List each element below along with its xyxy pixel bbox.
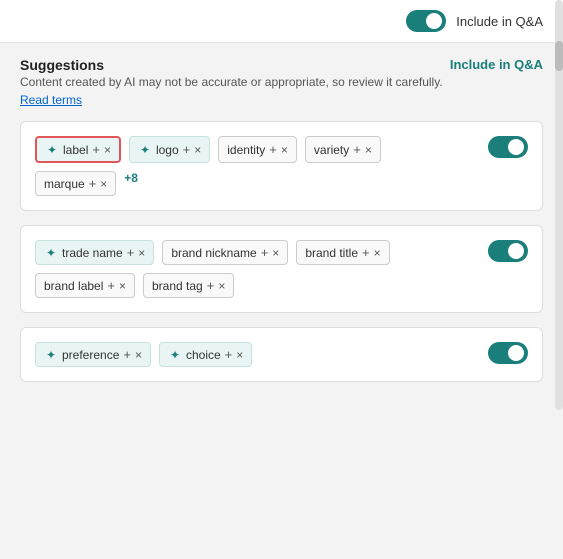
suggestions-subtitle: Content created by AI may not be accurat… <box>20 75 450 107</box>
tag-label-text: label <box>63 143 88 157</box>
card-2-tags: ✦ trade name + × brand nickname + × bran… <box>35 240 528 298</box>
tag-label-plus[interactable]: + <box>92 142 100 157</box>
top-toggle[interactable] <box>406 10 446 32</box>
tag-identity-close[interactable]: × <box>281 143 288 157</box>
tag-choice-text: choice <box>186 348 221 362</box>
suggestions-subtitle-text: Content created by AI may not be accurat… <box>20 75 443 89</box>
tag-label: ✦ label + × <box>35 136 121 163</box>
card-3-toggle[interactable] <box>488 342 528 364</box>
tag-brand-nickname-text: brand nickname <box>171 246 256 260</box>
content-area: Suggestions Content created by AI may no… <box>0 43 563 410</box>
tag-brand-title-close[interactable]: × <box>374 246 381 260</box>
tag-brand-title-text: brand title <box>305 246 358 260</box>
tag-choice: ✦ choice + × <box>159 342 252 367</box>
card-1-toggle[interactable] <box>488 136 528 158</box>
ai-icon-choice: ✦ <box>168 348 182 362</box>
tag-label-close[interactable]: × <box>104 143 111 157</box>
tag-logo: ✦ logo + × <box>129 136 210 163</box>
ai-icon-trade: ✦ <box>44 246 58 260</box>
tag-brand-label: brand label + × <box>35 273 135 298</box>
tag-brand-title-plus[interactable]: + <box>362 245 370 260</box>
tag-trade-name-close[interactable]: × <box>138 246 145 260</box>
tag-brand-nickname-close[interactable]: × <box>272 246 279 260</box>
card-1: ✦ label + × ✦ logo + × identity + × <box>20 121 543 211</box>
tag-brand-nickname: brand nickname + × <box>162 240 288 265</box>
tag-brand-nickname-plus[interactable]: + <box>261 245 269 260</box>
tag-logo-close[interactable]: × <box>194 143 201 157</box>
tag-marque-text: marque <box>44 177 85 191</box>
column-header: Include in Q&A <box>450 57 543 72</box>
scrollbar-thumb[interactable] <box>555 41 563 71</box>
top-toggle-label: Include in Q&A <box>456 14 543 29</box>
ai-icon-preference: ✦ <box>44 348 58 362</box>
tag-preference: ✦ preference + × <box>35 342 151 367</box>
tag-logo-text: logo <box>156 143 179 157</box>
tag-marque-close[interactable]: × <box>100 177 107 191</box>
tag-preference-plus[interactable]: + <box>123 347 131 362</box>
top-bar: Include in Q&A <box>0 0 563 43</box>
tag-trade-name-text: trade name <box>62 246 123 260</box>
tag-marque-plus[interactable]: + <box>89 176 97 191</box>
ai-icon: ✦ <box>45 143 59 157</box>
tag-brand-label-text: brand label <box>44 279 103 293</box>
tag-brand-title: brand title + × <box>296 240 389 265</box>
tag-variety-close[interactable]: × <box>365 143 372 157</box>
tag-brand-tag: brand tag + × <box>143 273 234 298</box>
tag-identity-text: identity <box>227 143 265 157</box>
scrollbar[interactable] <box>555 0 563 410</box>
suggestions-title: Suggestions <box>20 57 450 73</box>
tag-preference-text: preference <box>62 348 119 362</box>
tag-trade-name-plus[interactable]: + <box>127 245 135 260</box>
card-1-tags: ✦ label + × ✦ logo + × identity + × <box>35 136 528 196</box>
tag-choice-close[interactable]: × <box>236 348 243 362</box>
card-2: ✦ trade name + × brand nickname + × bran… <box>20 225 543 313</box>
suggestions-header-row: Suggestions Content created by AI may no… <box>20 57 543 107</box>
tag-variety-plus[interactable]: + <box>353 142 361 157</box>
tag-logo-plus[interactable]: + <box>183 142 191 157</box>
tag-brand-tag-text: brand tag <box>152 279 203 293</box>
card-3: ✦ preference + × ✦ choice + × <box>20 327 543 382</box>
tag-choice-plus[interactable]: + <box>225 347 233 362</box>
tag-brand-tag-plus[interactable]: + <box>207 278 215 293</box>
tag-trade-name: ✦ trade name + × <box>35 240 154 265</box>
tag-brand-label-close[interactable]: × <box>119 279 126 293</box>
more-badge-card1[interactable]: +8 <box>124 171 138 196</box>
tag-brand-tag-close[interactable]: × <box>218 279 225 293</box>
card-3-tags: ✦ preference + × ✦ choice + × <box>35 342 528 367</box>
tag-marque: marque + × <box>35 171 116 196</box>
tag-identity: identity + × <box>218 136 297 163</box>
read-terms-link[interactable]: Read terms <box>20 93 82 107</box>
ai-icon-logo: ✦ <box>138 143 152 157</box>
card-2-toggle[interactable] <box>488 240 528 262</box>
suggestions-info: Suggestions Content created by AI may no… <box>20 57 450 107</box>
tag-variety: variety + × <box>305 136 381 163</box>
tag-identity-plus[interactable]: + <box>269 142 277 157</box>
tag-preference-close[interactable]: × <box>135 348 142 362</box>
tag-variety-text: variety <box>314 143 349 157</box>
tag-brand-label-plus[interactable]: + <box>107 278 115 293</box>
